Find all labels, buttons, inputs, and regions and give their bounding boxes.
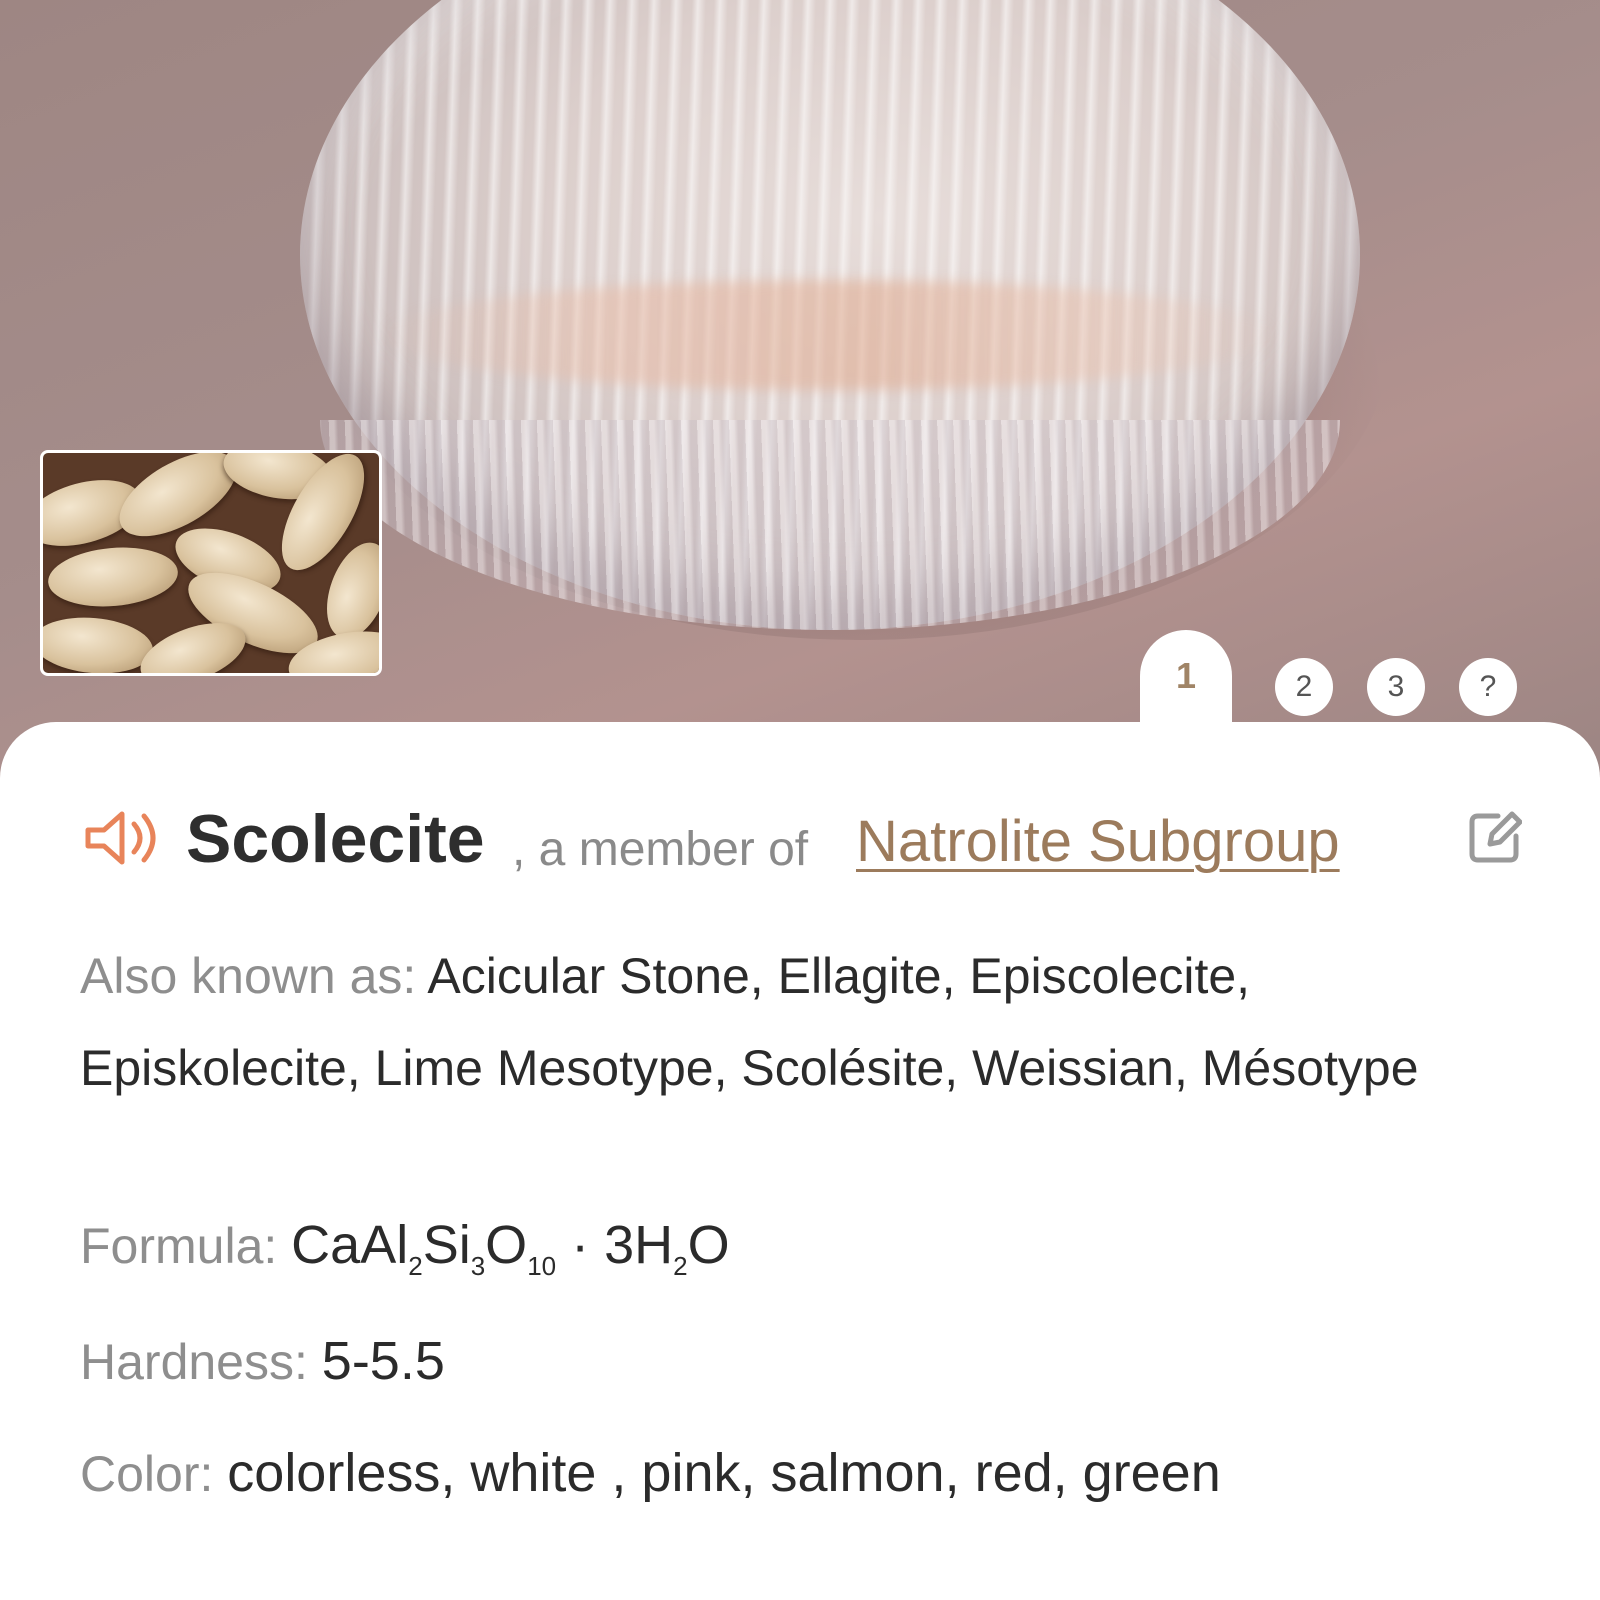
edit-icon[interactable]	[1468, 810, 1522, 864]
group-link[interactable]: Natrolite Subgroup	[856, 808, 1340, 875]
help-button[interactable]: ?	[1459, 658, 1517, 716]
formula-field: Formula: CaAl2Si3O10 · 3H2O	[80, 1214, 1520, 1282]
page-2-button[interactable]: 2	[1275, 658, 1333, 716]
also-known-as-field: Also known as: Acicular Stone, Ellagite,…	[80, 930, 1520, 1114]
hardness-value: 5-5.5	[321, 1331, 445, 1391]
stone-crystal-fibers	[320, 420, 1340, 630]
hardness-label: Hardness:	[80, 1334, 308, 1390]
also-known-as-label: Also known as:	[80, 948, 417, 1004]
color-label: Color:	[80, 1446, 214, 1502]
stone-pink-band	[380, 280, 1280, 390]
mineral-name: Scolecite	[186, 801, 485, 877]
pebble	[43, 612, 156, 673]
member-of-text: , a member of	[512, 823, 809, 876]
mineral-title-row: Scolecite , a member of Natrolite Subgro…	[82, 800, 1522, 880]
pebble	[45, 542, 181, 612]
page-3-button[interactable]: 3	[1367, 658, 1425, 716]
mineral-photo[interactable]	[0, 0, 1600, 780]
reference-thumbnail[interactable]	[40, 450, 382, 676]
speaker-icon[interactable]	[82, 808, 162, 868]
hardness-field: Hardness: 5-5.5	[80, 1330, 1520, 1392]
formula-value: CaAl2Si3O10 · 3H2O	[291, 1215, 730, 1281]
color-value: colorless, white , pink, salmon, red, gr…	[227, 1443, 1221, 1503]
color-field: Color: colorless, white , pink, salmon, …	[80, 1442, 1520, 1504]
formula-label: Formula:	[80, 1218, 278, 1274]
